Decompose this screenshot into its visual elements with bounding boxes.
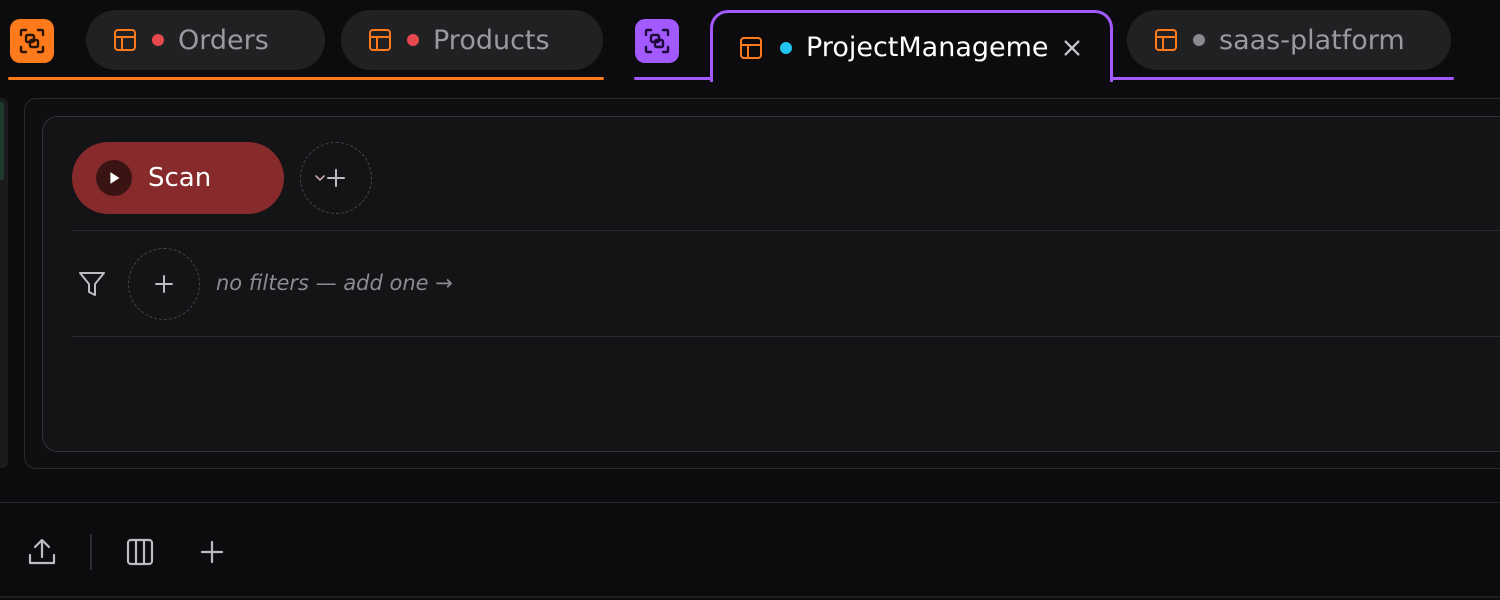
close-icon: [1064, 39, 1080, 56]
status-dot: [152, 34, 164, 46]
close-tab-button[interactable]: [1060, 36, 1084, 60]
tab-label: saas-platform: [1219, 24, 1405, 56]
play-icon: [96, 160, 132, 196]
connection-group-icon-orange[interactable]: [10, 19, 54, 63]
tab-label: Products: [433, 24, 550, 56]
toolbar-separator: [90, 534, 92, 570]
plus-icon: [155, 275, 173, 293]
add-operation-button[interactable]: [300, 142, 372, 214]
table-icon: [1155, 29, 1177, 51]
window-edge: [0, 596, 1500, 598]
export-icon: [28, 538, 56, 565]
scan-button[interactable]: Scan: [72, 142, 325, 214]
tab-projectmanagement[interactable]: ProjectManagement: [710, 10, 1113, 82]
add-filter-button[interactable]: [128, 248, 200, 320]
group-underline-purple: [1110, 77, 1454, 80]
filter-icon: [79, 272, 105, 296]
export-button[interactable]: [26, 536, 58, 568]
table-icon: [740, 36, 762, 59]
columns-icon: [126, 538, 154, 566]
divider: [72, 230, 1500, 231]
side-panel-edge[interactable]: [0, 98, 8, 468]
table-icon: [369, 29, 391, 51]
divider: [72, 336, 1500, 337]
tab-products[interactable]: Products: [341, 10, 603, 70]
plus-icon: [327, 169, 345, 187]
table-icon: [114, 29, 136, 51]
scan-button-label: Scan: [148, 163, 212, 193]
connection-group-icon-purple[interactable]: [635, 19, 679, 63]
tab-saas-platform[interactable]: saas-platform: [1127, 10, 1451, 70]
status-dot: [1193, 34, 1205, 46]
group-underline-orange: [8, 77, 604, 80]
add-button[interactable]: [196, 536, 228, 568]
toolbar-divider: [0, 502, 1500, 503]
tab-bar: Orders Products ProjectManagement: [0, 0, 1500, 82]
status-dot: [780, 41, 792, 54]
group-underline-purple: [634, 77, 712, 80]
tab-orders[interactable]: Orders: [86, 10, 325, 70]
status-dot: [407, 34, 419, 46]
tab-label: Orders: [178, 24, 269, 56]
columns-button[interactable]: [124, 536, 156, 568]
filter-hint: no filters — add one →: [216, 271, 453, 295]
tab-label: ProjectManagement: [806, 32, 1048, 63]
plus-icon: [200, 540, 224, 564]
